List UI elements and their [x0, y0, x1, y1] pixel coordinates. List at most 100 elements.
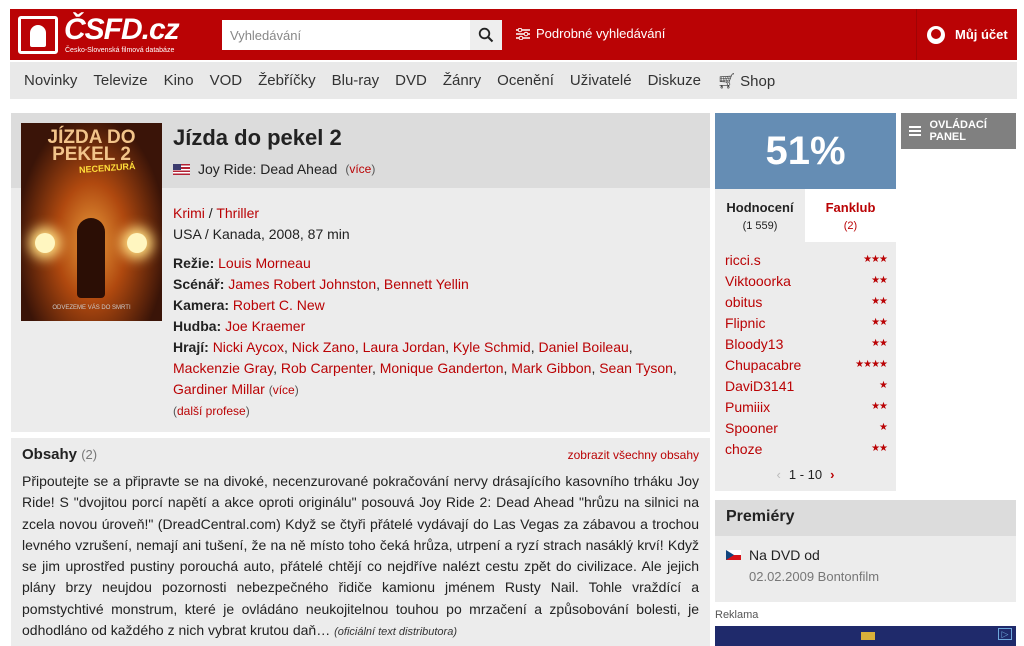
original-title-more-link[interactable]: více: [349, 162, 371, 176]
search-button[interactable]: [470, 20, 502, 50]
person-link[interactable]: Kyle Schmid: [453, 339, 531, 355]
other-professions-link[interactable]: další profese: [177, 404, 246, 418]
premiere-date: 02.02.2009 Bontonfilm: [749, 569, 880, 584]
person-link[interactable]: Joe Kraemer: [225, 318, 305, 334]
tab-ratings[interactable]: Hodnocení (1 559): [715, 189, 805, 242]
nav-item-dvd[interactable]: DVD: [387, 72, 435, 89]
star-rating-icon: ★★: [871, 275, 888, 286]
ad-choices-icon[interactable]: ▷: [998, 628, 1012, 640]
original-title-more: (více): [345, 162, 376, 176]
user-rating-row: obitus ★★: [725, 291, 888, 312]
person-link[interactable]: Gardiner Millar: [173, 381, 265, 397]
person-link[interactable]: Daniel Boileau: [539, 339, 629, 355]
tab-fanclub[interactable]: Fanklub (2): [805, 189, 896, 242]
prev-page-icon[interactable]: ‹: [777, 467, 781, 482]
nav-item-kino[interactable]: Kino: [156, 72, 202, 89]
plots-panel: Obsahy (2) zobrazit všechny obsahy Připo…: [11, 438, 710, 646]
user-rating-row: Spooner ★: [725, 417, 888, 438]
star-rating-icon: ★★: [871, 443, 888, 454]
person-link[interactable]: Robert C. New: [233, 297, 325, 313]
person-link[interactable]: Mackenzie Gray: [173, 360, 273, 376]
cast-more-link[interactable]: více: [273, 383, 295, 397]
main-nav: Novinky Televize Kino VOD Žebříčky Blu-r…: [10, 62, 1017, 99]
tab-fanclub-label: Fanklub: [825, 200, 876, 215]
nav-item-televize[interactable]: Televize: [85, 72, 155, 89]
search-icon: [478, 27, 494, 43]
user-rating-row: Viktooorka ★★: [725, 270, 888, 291]
user-link[interactable]: Pumiiix: [725, 399, 770, 415]
user-link[interactable]: Spooner: [725, 420, 778, 436]
user-link[interactable]: obitus: [725, 294, 762, 310]
site-header: ČSFD.cz Česko-Slovenská filmová databáze…: [10, 9, 1017, 60]
person-link[interactable]: Sean Tyson: [599, 360, 673, 376]
person-link[interactable]: Louis Morneau: [218, 255, 311, 271]
nav-item-bluray[interactable]: Blu-ray: [324, 72, 388, 89]
nav-item-shop-label: Shop: [740, 72, 776, 90]
person-link[interactable]: Mark Gibbon: [511, 360, 591, 376]
person-link[interactable]: Laura Jordan: [363, 339, 446, 355]
genre-link[interactable]: Thriller: [216, 205, 259, 221]
user-rating-row: Flipnic ★★: [725, 312, 888, 333]
nav-item-uzivatele[interactable]: Uživatelé: [562, 72, 640, 89]
next-page-icon[interactable]: ›: [830, 467, 834, 482]
site-logo[interactable]: ČSFD.cz Česko-Slovenská filmová databáze: [18, 14, 190, 56]
nav-item-novinky[interactable]: Novinky: [16, 72, 85, 89]
tab-fanclub-count: (2): [843, 220, 858, 232]
user-link[interactable]: Viktooorka: [725, 273, 791, 289]
genre-link[interactable]: Krimi: [173, 205, 205, 221]
nav-item-shop[interactable]: 🛒︎ Shop: [709, 72, 783, 90]
user-link[interactable]: DaviD3141: [725, 378, 794, 394]
person-link[interactable]: Nicki Aycox: [213, 339, 284, 355]
nav-item-oceneni[interactable]: Ocenění: [489, 72, 562, 89]
control-panel-button[interactable]: OVLÁDACÍ PANEL: [901, 113, 1016, 149]
cast-more: (více): [268, 383, 299, 397]
music-row: Hudba: Joe Kraemer: [173, 316, 698, 337]
poster-figure: [77, 218, 105, 298]
director-row: Režie: Louis Morneau: [173, 253, 698, 274]
star-rating-icon: ★: [879, 380, 888, 391]
poster-title: JÍZDA DO PEKEL 2: [47, 127, 136, 165]
user-rating-row: Chupacabre ★★★★: [725, 354, 888, 375]
person-link[interactable]: Monique Ganderton: [380, 360, 504, 376]
cz-flag-icon: [726, 550, 741, 560]
plots-heading: Obsahy (2): [22, 446, 97, 463]
person-link[interactable]: Bennett Yellin: [384, 276, 469, 292]
user-link[interactable]: Chupacabre: [725, 357, 801, 373]
nav-item-diskuze[interactable]: Diskuze: [640, 72, 709, 89]
writer-label: Scénář:: [173, 276, 225, 292]
cart-icon: 🛒︎: [716, 72, 741, 90]
nav-item-vod[interactable]: VOD: [202, 72, 251, 89]
account-button[interactable]: Můj účet: [916, 9, 1017, 60]
poster-light-left: [35, 233, 55, 253]
rating-score: 51%: [715, 113, 896, 189]
plot-text: Připoutejte se a připravte se na divoké,…: [22, 471, 699, 643]
premieres-heading: Premiéry: [715, 500, 1016, 536]
film-poster[interactable]: JÍZDA DO PEKEL 2 NECENZURÁ ODVEZEME VÁS …: [21, 123, 162, 321]
poster-light-right: [127, 233, 147, 253]
person-link[interactable]: James Robert Johnston: [228, 276, 376, 292]
premieres-panel: Premiéry Na DVD od 02.02.2009 Bontonfilm: [715, 500, 1016, 602]
person-link[interactable]: Rob Carpenter: [281, 360, 372, 376]
user-link[interactable]: Flipnic: [725, 315, 765, 331]
music-label: Hudba:: [173, 318, 222, 334]
user-link[interactable]: ricci.s: [725, 252, 761, 268]
user-link[interactable]: Bloody13: [725, 336, 783, 352]
premiere-label: Na DVD od: [749, 547, 820, 563]
pager-range: 1 - 10: [788, 467, 823, 482]
advanced-search-link[interactable]: Podrobné vyhledávání: [516, 26, 665, 41]
film-origin: USA / Kanada, 2008, 87 min: [173, 226, 350, 242]
nav-item-zebricky[interactable]: Žebříčky: [250, 72, 324, 89]
advanced-search-label: Podrobné vyhledávání: [536, 26, 666, 41]
user-link[interactable]: choze: [725, 441, 762, 457]
nav-item-zanry[interactable]: Žánry: [435, 72, 489, 89]
ad-banner[interactable]: ▷: [715, 626, 1016, 646]
cast-label: Hrají:: [173, 339, 209, 355]
plots-count: (2): [81, 447, 98, 462]
rating-panel: 51% Hodnocení (1 559) Fanklub (2) ricci.s ★…: [715, 113, 896, 491]
show-all-plots-link[interactable]: zobrazit všechny obsahy: [568, 448, 699, 462]
search-input[interactable]: [222, 20, 470, 50]
person-link[interactable]: Nick Zano: [292, 339, 355, 355]
user-rating-row: Pumiiix ★★: [725, 396, 888, 417]
logo-title: ČSFD.cz: [64, 13, 180, 46]
writer-row: Scénář: James Robert Johnston, Bennett Y…: [173, 276, 469, 292]
